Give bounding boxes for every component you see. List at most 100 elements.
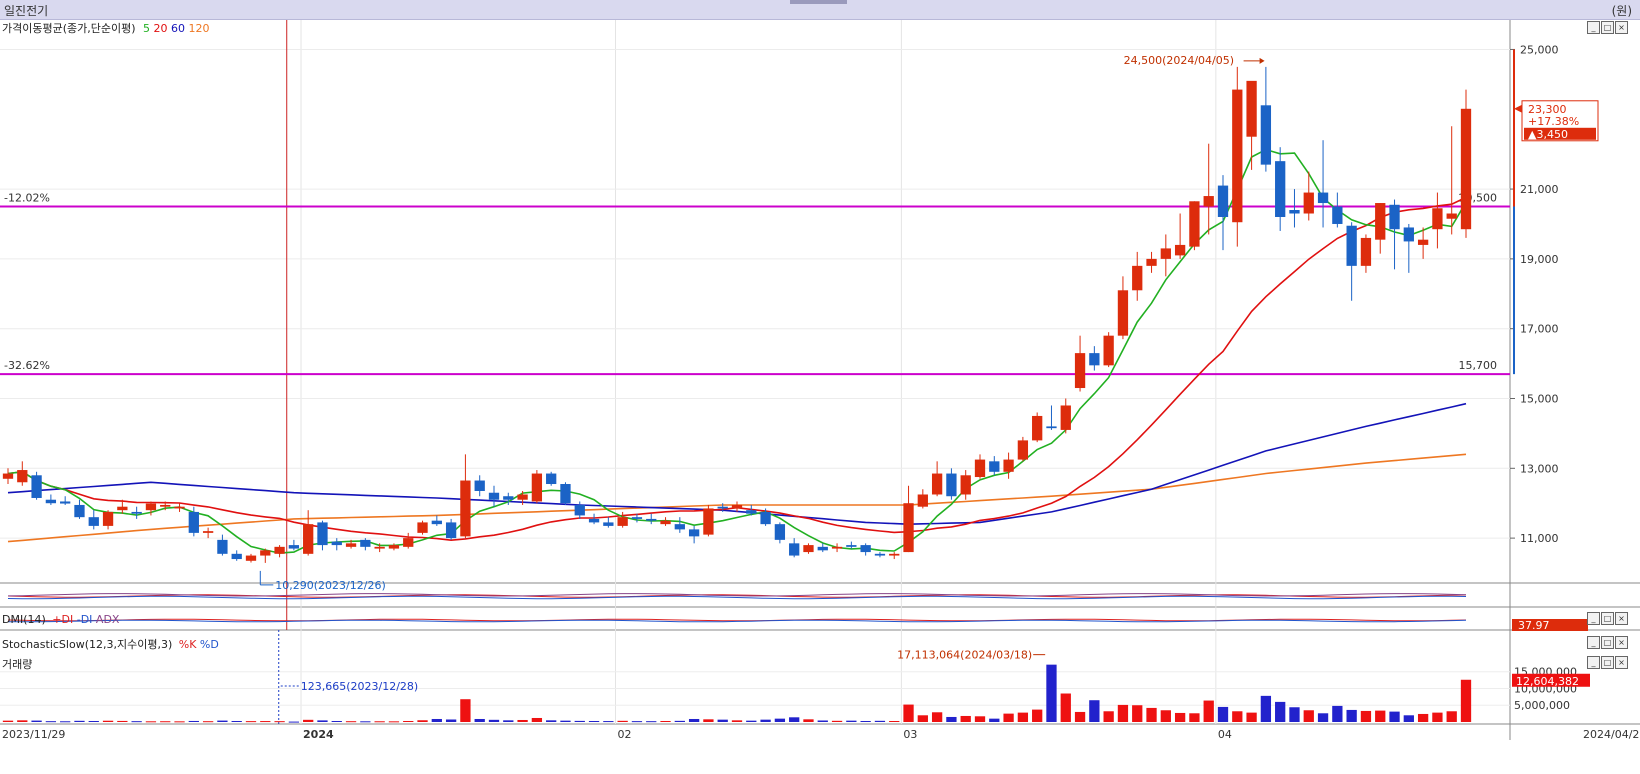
resize-grip[interactable] xyxy=(790,0,847,4)
x-tick-label: 04 xyxy=(1218,728,1232,741)
ma20-label: 20 xyxy=(153,22,168,35)
volume-bar xyxy=(674,720,685,722)
volume-bar xyxy=(1060,693,1071,722)
volume-bar xyxy=(1217,706,1229,722)
close-icon[interactable]: × xyxy=(1615,21,1628,34)
x-tick-label: 2023/11/29 xyxy=(2,728,65,741)
volume-bar xyxy=(331,720,342,722)
minimize-icon[interactable]: _ xyxy=(1587,21,1600,34)
volume-indicator-label[interactable]: 거래량 xyxy=(2,658,32,671)
close-icon[interactable]: × xyxy=(1615,612,1628,625)
candle-body xyxy=(1203,196,1214,207)
close-icon[interactable]: × xyxy=(1615,636,1628,649)
candle-body xyxy=(1260,105,1272,165)
stock-chart[interactable]: 2023/11/29 2024 02 03 04 2024/04/26 11,000 13,0… xyxy=(0,0,1640,774)
volume-bar xyxy=(1117,704,1129,722)
ma5-label: 5 xyxy=(143,22,151,35)
volume-bar xyxy=(1389,711,1400,722)
candle-body xyxy=(1460,108,1472,230)
candle-body xyxy=(989,461,1000,472)
candle-body xyxy=(731,504,743,509)
x-tick-label: 2024/04/26 xyxy=(1583,728,1640,741)
candle-body xyxy=(445,522,457,539)
x-tick-label: 2024 xyxy=(303,728,334,741)
volume-bar xyxy=(488,719,500,722)
x-tick-label: 03 xyxy=(903,728,917,741)
volume-bar xyxy=(1146,707,1157,722)
volume-bar xyxy=(760,719,771,722)
volume-bar xyxy=(1103,711,1114,722)
candle-body xyxy=(45,499,57,504)
volume-bar xyxy=(874,720,886,722)
maximize-icon[interactable]: □ xyxy=(1601,636,1614,649)
volume-bar xyxy=(688,718,700,722)
volume-bar xyxy=(588,720,600,722)
candle-body xyxy=(160,504,171,507)
candle-body xyxy=(588,518,600,523)
stoch-indicator-label[interactable]: StochasticSlow(12,3,지수이평,3) xyxy=(2,638,172,651)
volume-bar xyxy=(460,699,471,722)
minimize-icon[interactable]: _ xyxy=(1587,656,1600,669)
price-legend: 가격이동평균(종가,단순이평) 5 20 60 120 xyxy=(2,20,210,36)
volume-bar xyxy=(1203,700,1214,722)
volume-bar xyxy=(260,721,271,723)
volume-bar xyxy=(1460,679,1472,722)
volume-bar xyxy=(503,720,514,722)
volume-bar xyxy=(1089,700,1100,722)
volume-bar xyxy=(317,720,328,722)
candle-body xyxy=(1060,405,1071,430)
volume-bar xyxy=(160,721,171,723)
candle-body xyxy=(789,543,800,556)
volume-bar xyxy=(917,715,928,722)
volume-bar xyxy=(860,720,871,722)
maximize-icon[interactable]: □ xyxy=(1601,656,1614,669)
price-tick-label: 25,000 xyxy=(1520,43,1559,56)
volume-bar xyxy=(431,718,442,722)
volume-bar xyxy=(217,720,228,722)
maximize-icon[interactable]: □ xyxy=(1601,612,1614,625)
candle-body xyxy=(546,473,557,485)
volume-bar xyxy=(231,720,242,722)
candle-body xyxy=(217,539,228,554)
minimize-icon[interactable]: _ xyxy=(1587,612,1600,625)
volume-bar xyxy=(1174,712,1186,722)
minimize-icon[interactable]: _ xyxy=(1587,636,1600,649)
candle-body xyxy=(1332,206,1343,224)
d-label: %D xyxy=(199,638,219,651)
price-tick-label: 15,000 xyxy=(1520,392,1559,405)
last-change-pct: +17.38% xyxy=(1528,115,1579,128)
candle-body xyxy=(503,496,514,500)
candle-body xyxy=(646,518,657,521)
volume-bar xyxy=(1032,709,1043,722)
candle-body xyxy=(1217,185,1229,217)
candle-body xyxy=(1089,353,1100,366)
volume-bar xyxy=(531,717,543,722)
volume-bar xyxy=(631,721,643,723)
candle-body xyxy=(974,459,986,478)
volume-bar xyxy=(960,715,971,722)
candle-body xyxy=(931,473,943,495)
volume-bar xyxy=(1046,664,1057,722)
candle-body xyxy=(917,494,928,507)
volume-bar xyxy=(746,720,757,722)
volume-bar xyxy=(1417,713,1429,722)
price-tick-label: 17,000 xyxy=(1520,323,1559,336)
candle-body xyxy=(1046,426,1057,429)
close-icon[interactable]: × xyxy=(1615,656,1628,669)
candle-body xyxy=(674,524,685,530)
candle-body xyxy=(817,546,828,551)
volume-bar xyxy=(946,716,957,722)
volume-bar xyxy=(1317,713,1329,722)
maximize-icon[interactable]: □ xyxy=(1601,21,1614,34)
candle-body xyxy=(1317,192,1329,204)
candle-body xyxy=(717,506,728,509)
candle-body xyxy=(574,504,585,516)
volume-bar xyxy=(660,720,671,722)
candle-body xyxy=(131,511,142,514)
dmi-indicator-label[interactable]: DMI(14) xyxy=(2,613,46,626)
candle-body xyxy=(388,545,400,549)
candle-body xyxy=(274,546,285,554)
price-indicator-label[interactable]: 가격이동평균(종가,단순이평) xyxy=(2,22,136,35)
chart-background xyxy=(0,19,1640,774)
volume-bar xyxy=(1260,695,1272,722)
